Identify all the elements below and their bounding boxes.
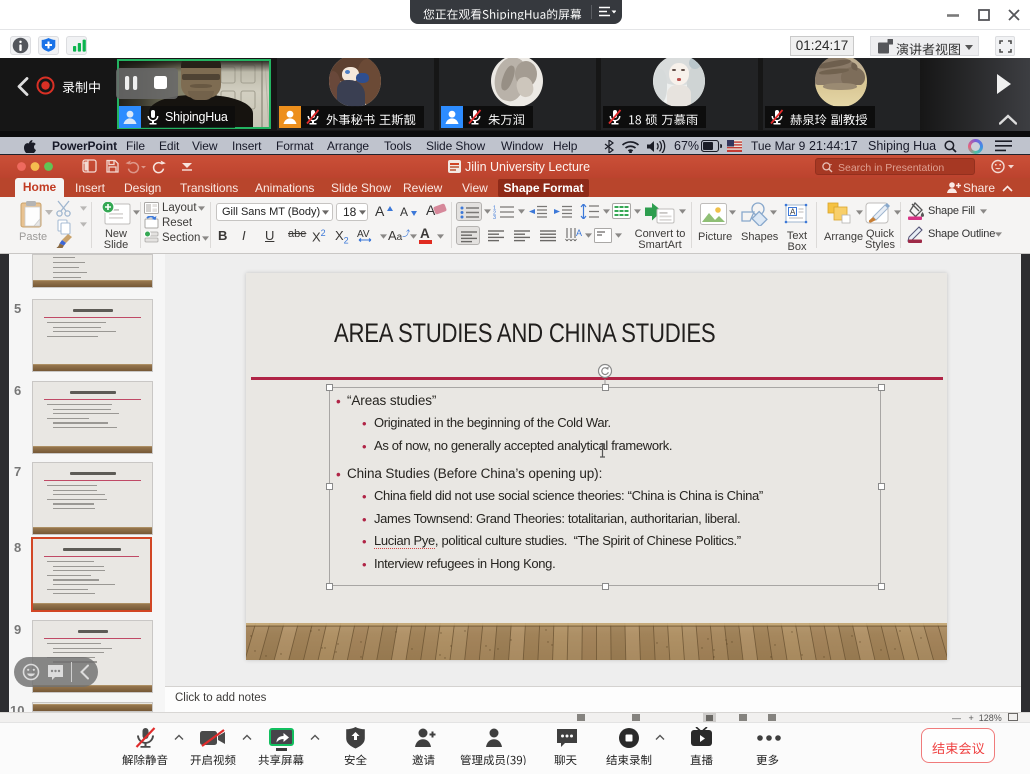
svg-text:3: 3 [493,215,496,219]
svg-text:AV: AV [357,229,370,240]
svg-text:A: A [576,228,582,238]
svg-text:A: A [790,208,796,217]
